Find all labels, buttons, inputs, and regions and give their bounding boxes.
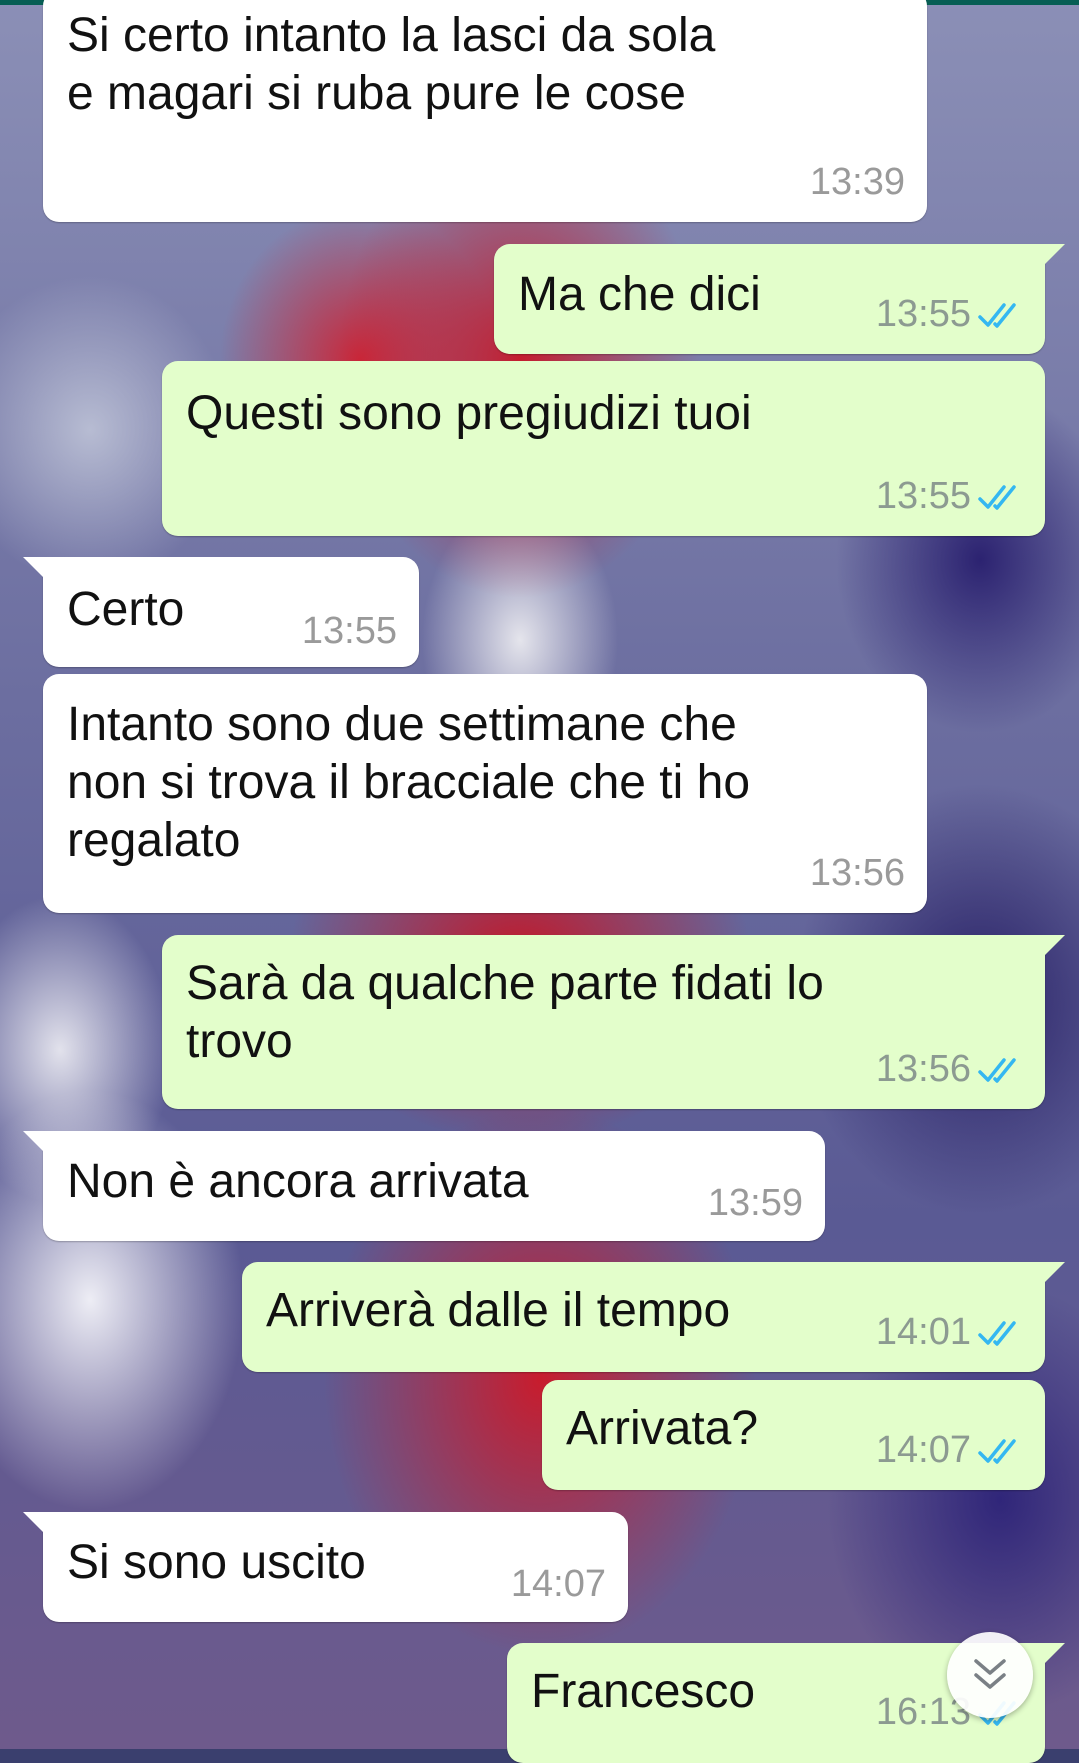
scroll-to-bottom-button[interactable] <box>947 1632 1033 1718</box>
message-line: Questi sono pregiudizi tuoi <box>186 387 752 440</box>
bubble-tail <box>23 557 49 583</box>
message-bubble-outgoing[interactable]: Arriverà dalle il tempo 14:01 <box>242 1262 1065 1372</box>
message-time: 13:59 <box>707 1182 803 1224</box>
bubble-tail <box>23 1512 49 1538</box>
message-text: Si certo intanto la lasci da sola e maga… <box>67 7 903 123</box>
message-meta: 14:07 <box>876 1429 1023 1472</box>
message-bubble-incoming[interactable]: Si sono uscito 14:07 <box>23 1512 628 1622</box>
message-time: 13:56 <box>875 1048 971 1090</box>
message-line: Non è ancora arrivata <box>67 1155 529 1208</box>
message-meta: 13:56 <box>810 852 905 895</box>
message-time: 13:56 <box>809 852 905 894</box>
message-time: 14:01 <box>875 1311 971 1353</box>
message-time: 14:07 <box>875 1429 971 1471</box>
message-line: Intanto sono due settimane che <box>67 698 737 751</box>
message-bubble-outgoing[interactable]: Ma che dici 13:55 <box>494 244 1065 354</box>
bubble-tail <box>1039 1262 1065 1288</box>
message-bubble-incoming[interactable]: Non è ancora arrivata 13:59 <box>23 1131 825 1241</box>
message-bubble-incoming[interactable]: Si certo intanto la lasci da sola e maga… <box>43 0 927 222</box>
message-time: 13:39 <box>809 161 905 203</box>
message-line: regalato <box>67 814 241 867</box>
bubble-tail <box>1039 244 1065 270</box>
message-time: 14:07 <box>510 1563 606 1605</box>
read-double-check-icon <box>978 1057 1016 1083</box>
message-bubble-incoming[interactable]: Intanto sono due settimane che non si tr… <box>43 674 927 913</box>
read-double-check-icon <box>978 484 1016 510</box>
message-meta: 13:55 <box>876 293 1023 336</box>
message-line: e magari si ruba pure le cose <box>67 67 686 120</box>
message-text: Non è ancora arrivata <box>67 1153 801 1211</box>
message-meta: 13:56 <box>876 1048 1023 1091</box>
message-meta: 13:55 <box>876 475 1023 518</box>
read-double-check-icon <box>978 302 1016 328</box>
message-meta: 14:01 <box>876 1311 1023 1354</box>
message-meta: 14:07 <box>511 1563 606 1606</box>
message-bubble-incoming[interactable]: Certo 13:55 <box>23 557 419 667</box>
message-text: Intanto sono due settimane che non si tr… <box>67 696 903 870</box>
message-line: Sarà da qualche parte fidati lo <box>186 957 824 1010</box>
message-time: 13:55 <box>875 293 971 335</box>
read-double-check-icon <box>978 1320 1016 1346</box>
message-line: non si trova il bracciale che ti ho <box>67 756 751 809</box>
read-double-check-icon <box>978 1438 1016 1464</box>
message-meta: 13:55 <box>302 610 397 653</box>
double-chevron-down-icon <box>974 1659 1006 1689</box>
message-meta: 13:59 <box>708 1182 803 1225</box>
message-line: Si certo intanto la lasci da sola <box>67 9 716 62</box>
message-bubble-outgoing[interactable]: Questi sono pregiudizi tuoi 13:55 <box>162 361 1045 536</box>
message-time: 13:55 <box>301 610 397 652</box>
message-text: Questi sono pregiudizi tuoi <box>186 385 1021 443</box>
bubble-tail <box>23 1131 49 1157</box>
message-bubble-outgoing[interactable]: Arrivata? 14:07 <box>542 1380 1045 1490</box>
message-time: 13:55 <box>875 475 971 517</box>
message-bubble-outgoing[interactable]: Sarà da qualche parte fidati lo trovo 13… <box>162 935 1065 1109</box>
message-meta: 13:39 <box>810 161 905 204</box>
bubble-tail <box>1039 1643 1065 1669</box>
bubble-tail <box>1039 935 1065 961</box>
